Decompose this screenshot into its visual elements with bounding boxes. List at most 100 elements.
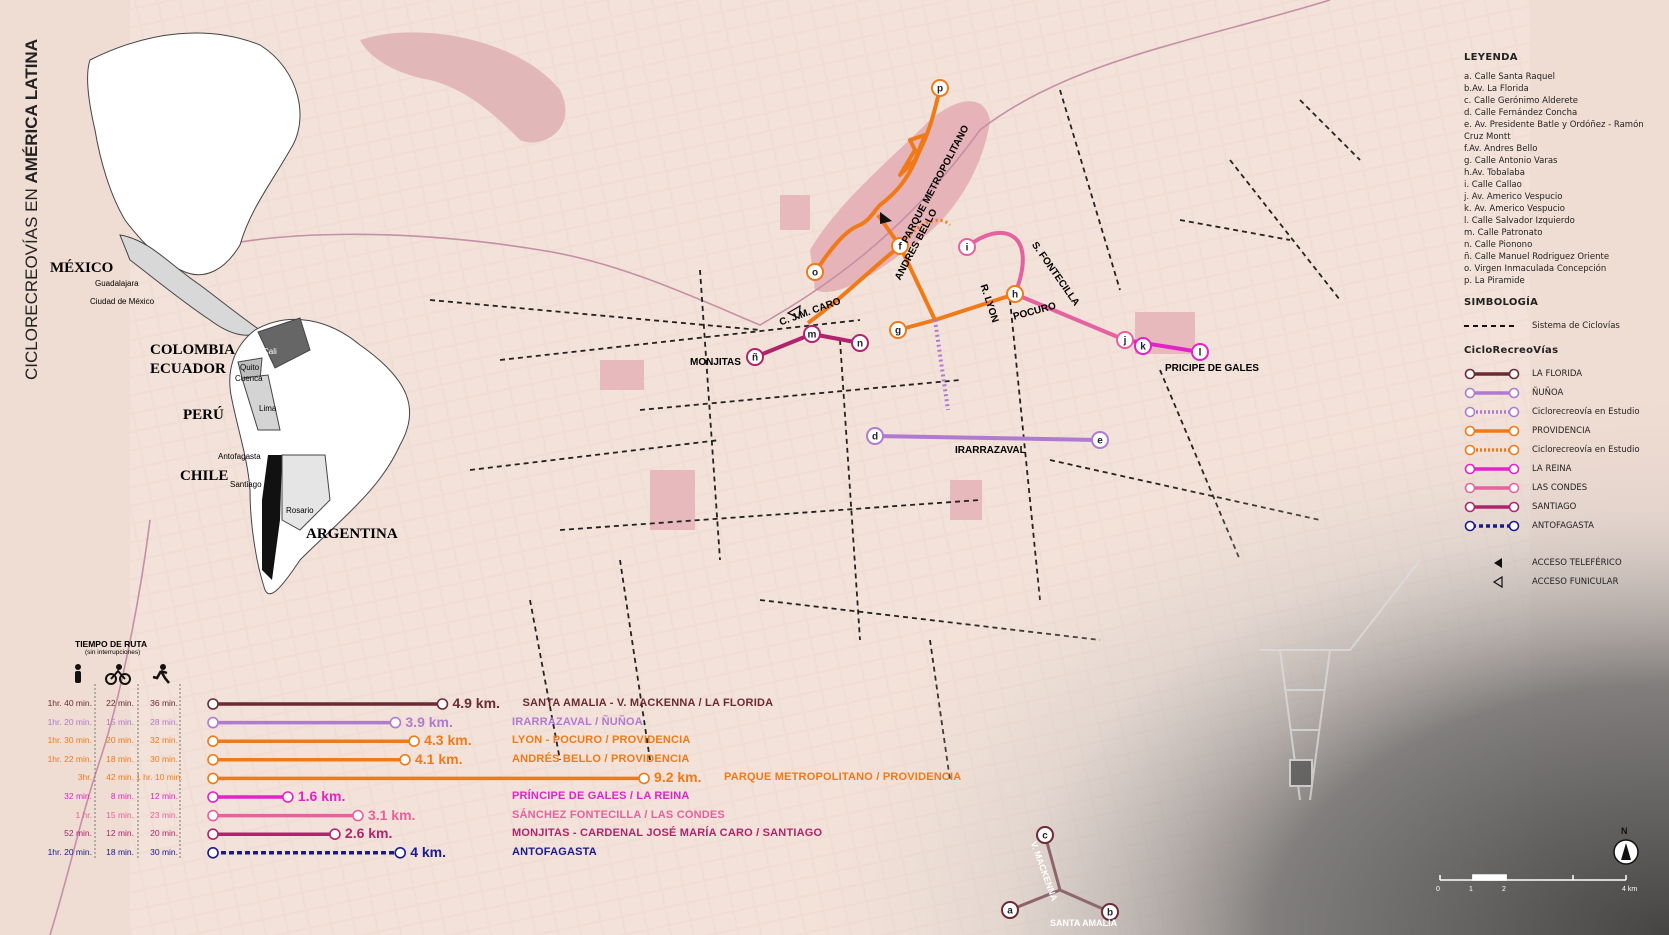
- walk-icon: [75, 664, 81, 683]
- route-line-icon: [1464, 387, 1520, 398]
- node-label: h: [1012, 290, 1018, 301]
- street-pricipe: PRICIPE DE GALES: [1165, 363, 1259, 374]
- node-ñ: ñ: [746, 348, 764, 366]
- run-time: 23 min.: [150, 809, 178, 820]
- route-line-icon: [1464, 501, 1520, 512]
- legend-item: k. Av. Americo Vespucio: [1464, 204, 1566, 214]
- legend-teleferico: ACCESO TELEFÉRICO: [1464, 553, 1660, 572]
- walk-time: 32 min.: [64, 791, 92, 801]
- legend-route: LA FLORIDA: [1464, 364, 1660, 383]
- node-p: p: [931, 79, 949, 97]
- node-l: l: [1191, 343, 1209, 361]
- node-a: a: [1001, 901, 1019, 919]
- route-name: PRÍNCIPE DE GALES / LA REINA: [512, 790, 690, 802]
- run-time: 36 min.: [150, 698, 178, 708]
- legend-route-label: SANTIAGO: [1532, 501, 1577, 512]
- city-lima: Lima: [259, 404, 277, 413]
- legend-title: LEYENDA: [1464, 52, 1518, 63]
- walk-time: 1hr. 40 min.: [47, 698, 92, 708]
- country-argentina: ARGENTINA: [306, 526, 398, 542]
- legend-route-label: LAS CONDES: [1532, 482, 1588, 493]
- route-distance: 4.1 km.: [415, 750, 463, 767]
- node-label: a: [1007, 906, 1013, 917]
- node-label: p: [937, 84, 943, 95]
- walk-time: 1hr. 22 min.: [47, 753, 92, 764]
- node-label: ñ: [752, 353, 758, 364]
- legend-item: p. La Piramide: [1464, 276, 1525, 286]
- route-name: SÁNCHEZ FONTECILLA / LAS CONDES: [512, 808, 725, 821]
- route-distance: 3.1 km.: [367, 806, 416, 823]
- walk-time: 1hr. 20 min.: [47, 846, 92, 857]
- walk-time: 52 min.: [64, 828, 92, 839]
- walk-time: 1 hr.: [75, 809, 92, 820]
- node-label: n: [857, 339, 863, 350]
- run-icon: [152, 664, 170, 684]
- legend-route: ANTOFAGASTA: [1464, 516, 1660, 535]
- route-name: SANTA AMALIA - V. MACKENNA / LA FLORIDA: [522, 697, 774, 709]
- legend-items: a. Calle Santa Raquel b.Av. La Florida c. …: [1464, 71, 1660, 287]
- street-irarrazaval: IRARRAZAVAL: [955, 445, 1026, 456]
- node-j: j: [1116, 331, 1134, 349]
- node-n: n: [851, 334, 869, 352]
- country-mexico: MÉXICO: [50, 260, 114, 276]
- bike-time: 12 min.: [106, 828, 134, 839]
- route-distance: 4.9 km.: [452, 695, 500, 711]
- node-label: o: [812, 268, 818, 279]
- scale-label: 4 km: [1622, 886, 1638, 893]
- route-line-icon: [1464, 520, 1520, 531]
- scale-label: 2: [1502, 886, 1506, 893]
- country-colombia: COLOMBIA: [150, 342, 236, 358]
- node-label: d: [872, 432, 878, 443]
- node-o: o: [806, 263, 824, 281]
- bike-time: 18 min.: [106, 753, 134, 764]
- legend-item: b.Av. La Florida: [1464, 84, 1529, 94]
- route-name: ANTOFAGASTA: [512, 845, 597, 858]
- legend-funicular-label: ACCESO FUNICULAR: [1532, 576, 1619, 587]
- node-label: e: [1097, 436, 1103, 447]
- scale-label: 0: [1436, 886, 1440, 893]
- node-label: i: [966, 243, 969, 254]
- legend-route-label: ANTOFAGASTA: [1532, 520, 1594, 531]
- country-peru: PERÚ: [183, 407, 224, 423]
- node-g: g: [889, 321, 907, 339]
- bike-icon: [105, 664, 131, 685]
- city-map: a bcd efghijklmnñop: [0, 0, 1669, 935]
- legend-route: Ciclorecreovía en Estudio: [1464, 440, 1660, 459]
- node-label: j: [1123, 336, 1127, 347]
- city-cdmx: Ciudad de México: [90, 297, 155, 306]
- city-cali: Cali: [263, 347, 277, 356]
- legend-panel: LEYENDA a. Calle Santa Raquel b.Av. La Fl…: [1464, 52, 1660, 591]
- city-antofagasta: Antofagasta: [218, 452, 261, 461]
- bike-time: 18 min.: [106, 846, 134, 857]
- run-time: 30 min.: [150, 846, 178, 857]
- tiempo-subtitle: (sin interrupciones): [85, 649, 141, 656]
- walk-time: 1hr. 30 min.: [47, 735, 92, 746]
- route-name: IRARRAZAVAL / ÑUÑOA: [512, 715, 643, 728]
- node-d: d: [866, 427, 884, 445]
- vertical-title-part2: AMÉRICA LATINA: [22, 39, 41, 184]
- legend-route: LAS CONDES: [1464, 478, 1660, 497]
- tiempo-title: TIEMPO DE RUTA: [75, 639, 148, 649]
- route-line-icon: [1464, 425, 1520, 436]
- node-e: e: [1091, 431, 1109, 449]
- route-line-icon: [1464, 368, 1520, 379]
- legend-route: ÑUÑOA: [1464, 383, 1660, 402]
- legend-item: a. Calle Santa Raquel: [1464, 72, 1555, 82]
- route-distance: 9.2 km.: [654, 769, 702, 786]
- bike-time: 20 min.: [106, 735, 134, 746]
- bike-time: 22 min.: [106, 698, 134, 708]
- legend-item: ñ. Calle Manuel Rodriguez Oriente: [1464, 252, 1610, 262]
- route-name: LYON - POCURO / PROVIDENCIA: [512, 734, 691, 747]
- street-santa-amalia: SANTA AMALIA: [1050, 918, 1118, 928]
- node-label: k: [1140, 342, 1146, 353]
- legend-sistema-label: Sistema de Ciclovías: [1532, 320, 1620, 331]
- vertical-title-part1: CICLORECREOVÍAS EN: [22, 183, 41, 380]
- node-label: m: [808, 330, 817, 341]
- legend-item: h.Av. Tobalaba: [1464, 168, 1525, 178]
- legend-route: Ciclorecreovía en Estudio: [1464, 402, 1660, 421]
- node-label: b: [1107, 908, 1113, 919]
- route-distance: 1.6 km.: [297, 788, 346, 804]
- scale-label: 1: [1469, 886, 1473, 893]
- street-monjitas: MONJITAS: [690, 357, 741, 368]
- node-c: c: [1036, 826, 1054, 844]
